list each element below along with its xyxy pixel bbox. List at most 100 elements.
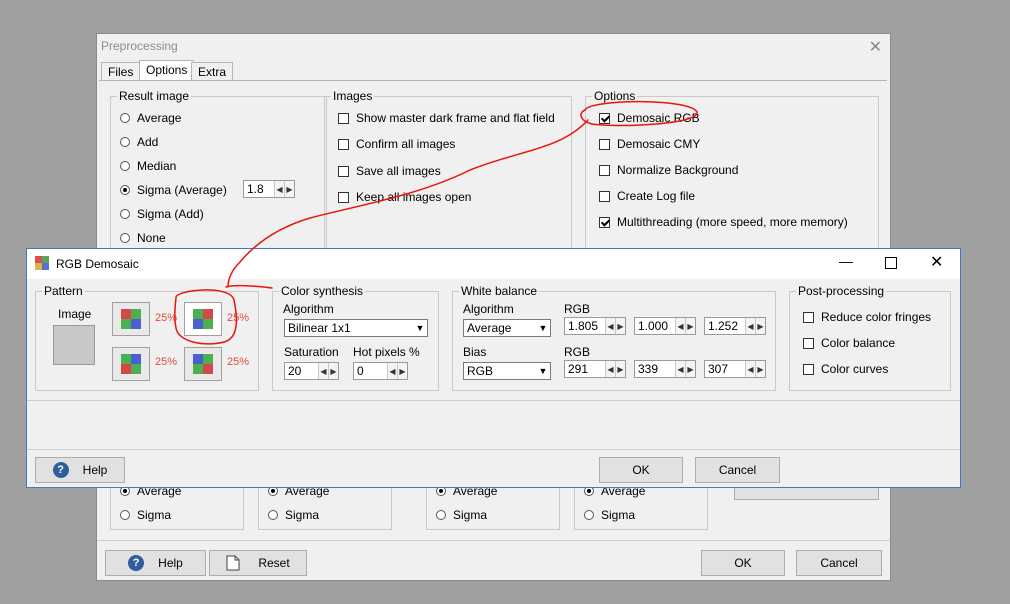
help-icon: ? xyxy=(128,555,145,571)
window-title: RGB Demosaic xyxy=(56,257,139,271)
lower-radio-sigma-4[interactable]: Sigma xyxy=(584,507,635,523)
spin-down-icon[interactable]: ◀ xyxy=(675,318,685,334)
cancel-button[interactable]: Cancel xyxy=(695,457,780,483)
chk-keep-open[interactable]: Keep all images open xyxy=(338,189,471,205)
chk-color-curves-label: Color curves xyxy=(821,362,889,376)
spin-down-icon[interactable]: ◀ xyxy=(605,318,615,334)
bias-g-spinner[interactable]: 339 ◀ ▶ xyxy=(634,360,696,378)
app-icon xyxy=(35,256,49,270)
spin-down-icon[interactable]: ◀ xyxy=(605,361,615,377)
bias-r-spinner[interactable]: 291 ◀ ▶ xyxy=(564,360,626,378)
spin-down-icon[interactable]: ◀ xyxy=(387,363,397,379)
chk-demosaic-rgb-label: Demosaic RGB xyxy=(617,111,700,125)
chk-save-all[interactable]: Save all images xyxy=(338,163,441,179)
images-label: Images xyxy=(331,89,375,103)
cancel-button-back[interactable]: Cancel xyxy=(796,550,882,576)
bias-g-value: 339 xyxy=(638,362,659,376)
spin-up-icon[interactable]: ▶ xyxy=(615,361,625,377)
spin-down-icon[interactable]: ◀ xyxy=(675,361,685,377)
radio-sigma-add[interactable]: Sigma (Add) xyxy=(120,206,204,222)
sigma-value-spinner[interactable]: 1.8 ◀ ▶ xyxy=(243,180,295,198)
white-balance-group: White balance Algorithm RGB Average ▼ 1.8… xyxy=(452,284,776,391)
pattern-rggb-button[interactable] xyxy=(112,302,150,336)
radio-none[interactable]: None xyxy=(120,230,166,246)
wb-b-spinner[interactable]: 1.252 ◀ ▶ xyxy=(704,317,766,335)
chk-keep-open-label: Keep all images open xyxy=(356,190,472,204)
tab-options[interactable]: Options xyxy=(139,60,195,81)
chk-demosaic-rgb[interactable]: Demosaic RGB xyxy=(599,110,700,126)
lower-radio-sigma-3[interactable]: Sigma xyxy=(436,507,487,523)
cs-algorithm-value: Bilinear 1x1 xyxy=(288,321,351,335)
chk-create-log[interactable]: Create Log file xyxy=(599,188,695,204)
radio-add[interactable]: Add xyxy=(120,134,158,150)
post-processing-label: Post-processing xyxy=(796,284,887,298)
close-icon[interactable]: ✕ xyxy=(930,252,943,272)
ok-button[interactable]: OK xyxy=(599,457,683,483)
reset-label: Reset xyxy=(258,556,290,570)
wb-algorithm-label: Algorithm xyxy=(463,302,514,316)
options-label: Options xyxy=(592,89,638,103)
maximize-icon[interactable] xyxy=(885,257,897,269)
chk-color-balance[interactable]: Color balance xyxy=(803,335,895,351)
chk-confirm-all[interactable]: Confirm all images xyxy=(338,136,455,152)
spin-up-icon[interactable]: ▶ xyxy=(685,318,695,334)
tab-files[interactable]: Files xyxy=(101,62,141,81)
chk-normalize-bg-label: Normalize Background xyxy=(617,163,739,177)
chk-normalize-bg[interactable]: Normalize Background xyxy=(599,162,738,178)
spin-down-icon[interactable]: ◀ xyxy=(745,318,755,334)
bias-b-spinner[interactable]: 307 ◀ ▶ xyxy=(704,360,766,378)
lower-sigma-label-3: Sigma xyxy=(453,508,488,522)
spin-up-icon[interactable]: ▶ xyxy=(615,318,625,334)
help-button[interactable]: ? Help xyxy=(105,550,206,576)
hot-pixels-spinner[interactable]: 0 ◀ ▶ xyxy=(353,362,408,380)
radio-add-label: Add xyxy=(137,135,159,149)
radio-sigma-average[interactable]: Sigma (Average) xyxy=(120,182,227,198)
result-image-group: Result image Average Add Median Sigma (A… xyxy=(110,89,327,256)
rgb-demosaic-window: RGB Demosaic — ✕ Pattern Image 25% 25% 2… xyxy=(26,248,961,488)
chk-show-master[interactable]: Show master dark frame and flat field xyxy=(338,110,555,126)
pattern-gbrg-button[interactable] xyxy=(112,347,150,381)
wb-g-spinner[interactable]: 1.000 ◀ ▶ xyxy=(634,317,696,335)
chk-multithreading-label: Multithreading (more speed, more memory) xyxy=(617,215,848,229)
chk-reduce-fringes[interactable]: Reduce color fringes xyxy=(803,309,931,325)
lower-radio-sigma-1[interactable]: Sigma xyxy=(120,507,171,523)
help-label: Help xyxy=(158,556,183,570)
help-icon: ? xyxy=(52,462,69,478)
wb-r-spinner[interactable]: 1.805 ◀ ▶ xyxy=(564,317,626,335)
spin-down-icon[interactable]: ◀ xyxy=(745,361,755,377)
cs-algorithm-select[interactable]: Bilinear 1x1 ▼ xyxy=(284,319,428,337)
spin-up-icon[interactable]: ▶ xyxy=(685,361,695,377)
pattern-bggr-button[interactable] xyxy=(184,347,222,381)
spin-up-icon[interactable]: ▶ xyxy=(755,361,765,377)
wb-r-value: 1.805 xyxy=(568,319,599,333)
wb-g-value: 1.000 xyxy=(638,319,669,333)
close-icon[interactable]: ✕ xyxy=(869,37,882,57)
pattern-grbg-button[interactable] xyxy=(184,302,222,336)
radio-average[interactable]: Average xyxy=(120,110,181,126)
spin-up-icon[interactable]: ▶ xyxy=(328,363,338,379)
chk-demosaic-cmy[interactable]: Demosaic CMY xyxy=(599,136,700,152)
bias-select[interactable]: RGB ▼ xyxy=(463,362,551,380)
bias-r-value: 291 xyxy=(568,362,589,376)
spin-up-icon[interactable]: ▶ xyxy=(755,318,765,334)
spin-down-icon[interactable]: ◀ xyxy=(274,181,284,197)
reset-button[interactable]: Reset xyxy=(209,550,307,576)
lower-radio-sigma-2[interactable]: Sigma xyxy=(268,507,319,523)
chk-color-curves[interactable]: Color curves xyxy=(803,361,888,377)
spin-down-icon[interactable]: ◀ xyxy=(318,363,328,379)
tab-divider xyxy=(99,80,887,81)
radio-sigma-average-label: Sigma (Average) xyxy=(137,183,227,197)
title-bar: RGB Demosaic — ✕ xyxy=(27,249,960,279)
saturation-spinner[interactable]: 20 ◀ ▶ xyxy=(284,362,339,380)
help-button[interactable]: ? Help xyxy=(35,457,125,483)
spin-up-icon[interactable]: ▶ xyxy=(284,181,294,197)
wb-algorithm-select[interactable]: Average ▼ xyxy=(463,319,551,337)
tab-extra[interactable]: Extra xyxy=(191,62,234,81)
spin-up-icon[interactable]: ▶ xyxy=(397,363,407,379)
minimize-icon[interactable]: — xyxy=(839,253,853,269)
chk-multithreading[interactable]: Multithreading (more speed, more memory) xyxy=(599,214,848,230)
chk-demosaic-cmy-label: Demosaic CMY xyxy=(617,137,701,151)
ok-button-back[interactable]: OK xyxy=(701,550,785,576)
radio-median[interactable]: Median xyxy=(120,158,176,174)
help-label: Help xyxy=(82,463,108,477)
